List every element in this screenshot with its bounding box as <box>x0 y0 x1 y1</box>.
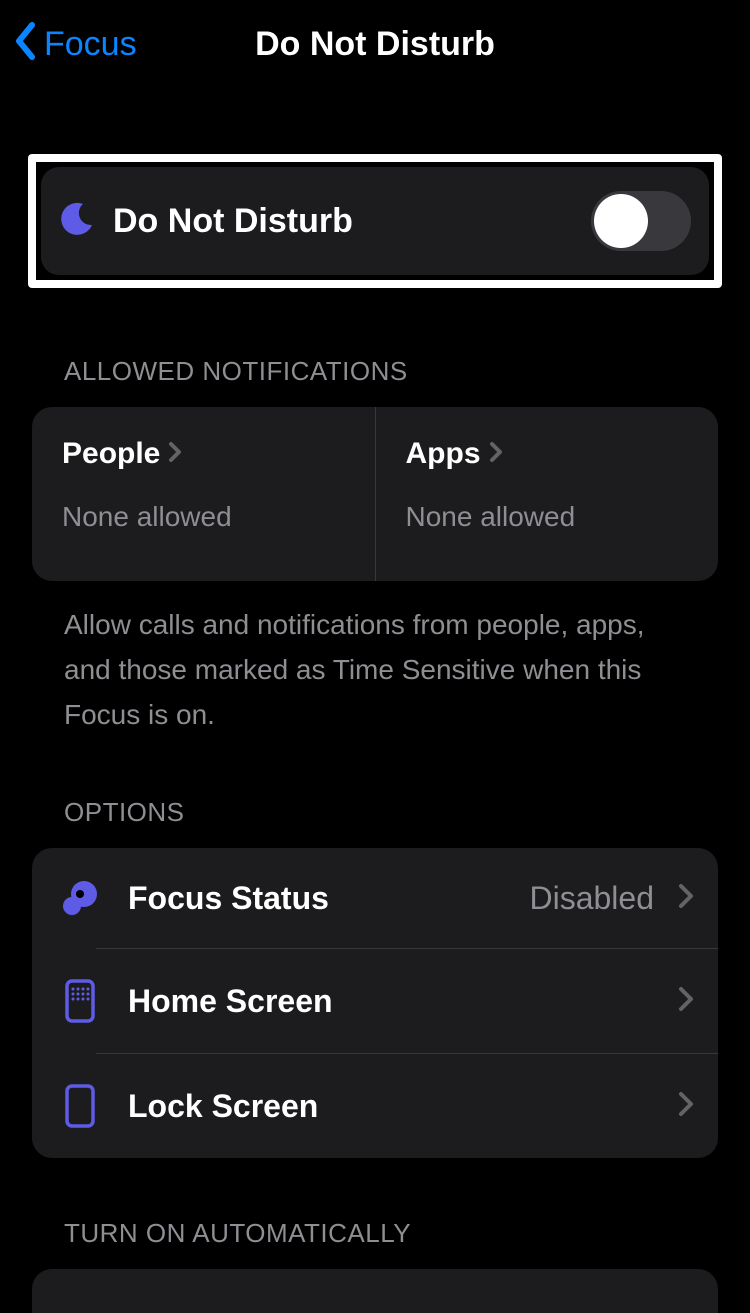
nav-bar: Focus Do Not Disturb <box>0 0 750 88</box>
auto-card[interactable] <box>32 1269 718 1313</box>
row-detail: Disabled <box>529 880 654 917</box>
options-row-focus-status[interactable]: Focus Status Disabled <box>32 848 718 948</box>
chevron-right-icon <box>168 437 182 471</box>
allowed-apps-title: Apps <box>406 437 481 471</box>
options-row-lock-screen[interactable]: Lock Screen <box>32 1054 718 1158</box>
row-label: Focus Status <box>128 880 505 917</box>
row-label: Home Screen <box>128 983 654 1020</box>
chevron-right-icon <box>678 986 694 1017</box>
lock-screen-icon <box>56 1084 104 1128</box>
back-button[interactable]: Focus <box>0 22 137 67</box>
chevron-right-icon <box>678 1091 694 1122</box>
chevron-left-icon <box>14 22 36 67</box>
allowed-section-header: ALLOWED NOTIFICATIONS <box>0 356 750 387</box>
allowed-people-title: People <box>62 437 160 471</box>
allowed-people-cell[interactable]: People None allowed <box>32 407 375 581</box>
dnd-label: Do Not Disturb <box>113 202 573 241</box>
allowed-card: People None allowed Apps None allowed <box>32 407 718 581</box>
allowed-footer-text: Allow calls and notifications from peopl… <box>0 581 750 737</box>
allowed-people-subtitle: None allowed <box>62 501 345 533</box>
row-label: Lock Screen <box>128 1088 654 1125</box>
dnd-highlight-frame: Do Not Disturb <box>28 154 722 288</box>
moon-icon <box>59 201 95 242</box>
auto-section-header: TURN ON AUTOMATICALLY <box>0 1218 750 1249</box>
focus-status-icon <box>56 878 104 918</box>
options-card: Focus Status Disabled Home Screen Lock S… <box>32 848 718 1158</box>
options-row-home-screen[interactable]: Home Screen <box>32 949 718 1053</box>
back-label: Focus <box>44 25 137 64</box>
allowed-apps-cell[interactable]: Apps None allowed <box>376 407 719 581</box>
dnd-toggle[interactable] <box>591 191 691 251</box>
chevron-right-icon <box>678 883 694 914</box>
options-section-header: OPTIONS <box>0 797 750 828</box>
chevron-right-icon <box>489 437 503 471</box>
dnd-toggle-row[interactable]: Do Not Disturb <box>41 167 709 275</box>
home-screen-icon <box>56 979 104 1023</box>
allowed-apps-subtitle: None allowed <box>406 501 689 533</box>
toggle-knob <box>594 194 648 248</box>
